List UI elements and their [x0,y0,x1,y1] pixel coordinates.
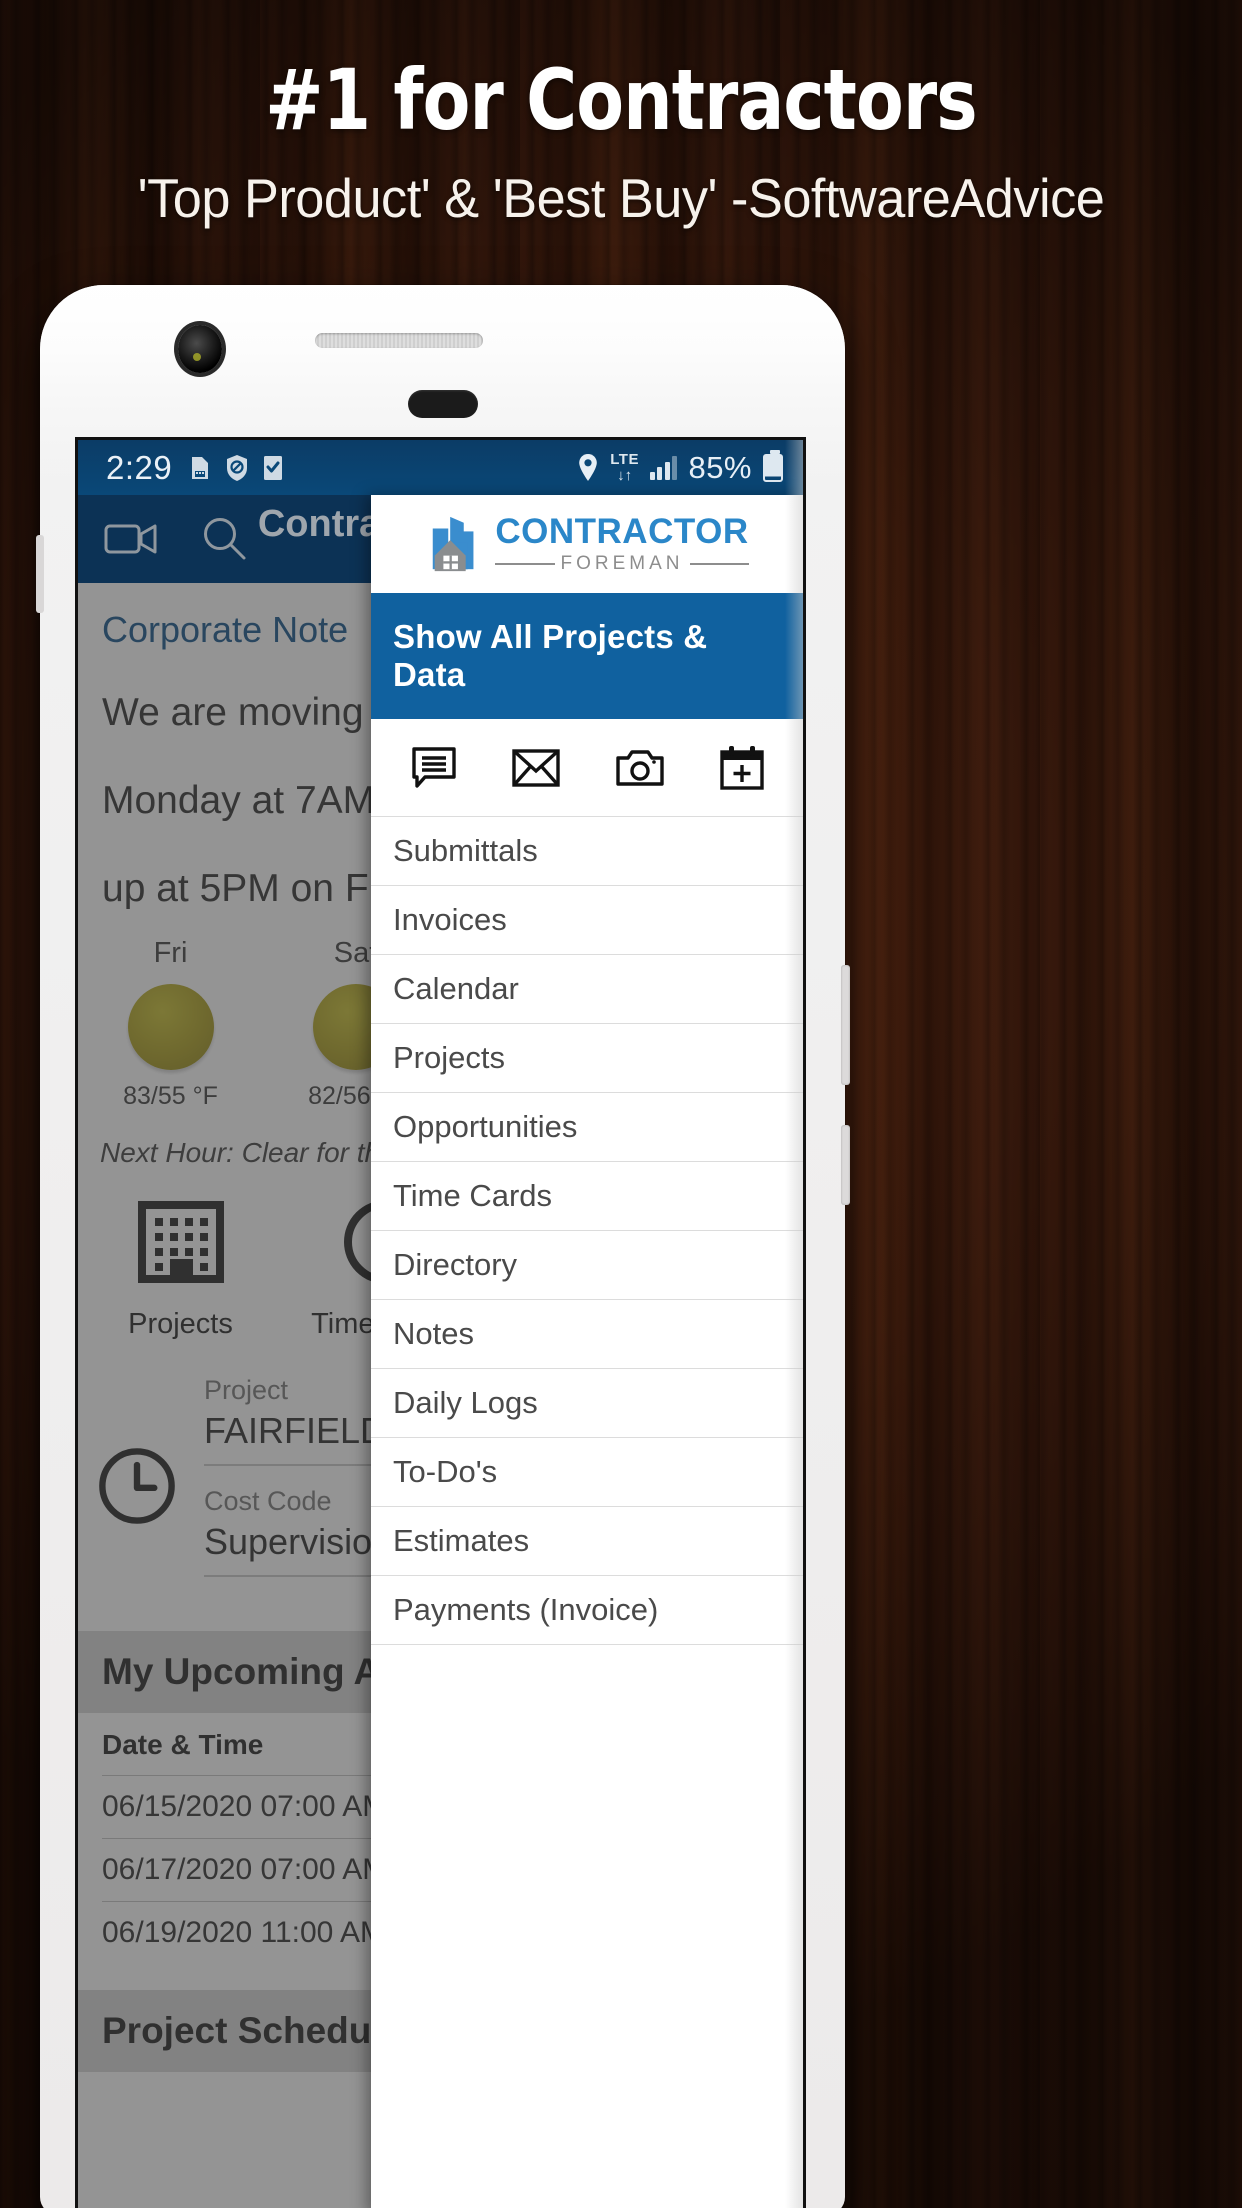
drawer-item-calendar[interactable]: Calendar [371,955,803,1024]
camera-icon[interactable] [615,748,665,788]
drawer-item-to-dos[interactable]: To-Do's [371,1438,803,1507]
status-left-icons [188,454,284,482]
phone-left-button [36,535,44,613]
logo-rule-left [495,562,555,565]
phone-volume-button [841,965,850,1085]
location-pin-icon [579,453,598,481]
network-type-indicator: LTE ↓↑ [610,452,639,483]
promo-text-block: #1 for Contractors 'Top Product' & 'Best… [0,0,1242,230]
home-button [408,390,478,418]
weather-sun-icon [127,983,214,1070]
drawer-item-payments-invoice[interactable]: Payments (Invoice) [371,1576,803,1645]
phone-mockup: 2:29 LTE ↓↑ 85% Contractor Corporate Not… [36,285,850,2208]
task-complete-icon [264,455,283,480]
front-camera [178,325,222,373]
brand-subname: FOREMAN [560,552,684,574]
drawer-item-opportunities[interactable]: Opportunities [371,1093,803,1162]
status-time: 2:29 [106,448,173,486]
drawer-item-directory[interactable]: Directory [371,1231,803,1300]
drawer-item-submittals[interactable]: Submittals [371,817,803,886]
drawer-item-daily-logs[interactable]: Daily Logs [371,1369,803,1438]
data-arrows: ↓↑ [617,467,633,484]
earpiece-speaker [315,333,483,348]
logo-rule-right [689,562,749,565]
status-bar: 2:29 LTE ↓↑ 85% [78,440,803,495]
promo-subheadline: 'Top Product' & 'Best Buy' -SoftwareAdvi… [137,167,1105,230]
weather-day: Fri 83/55 °F [78,937,263,1111]
promo-headline: #1 for Contractors [265,51,977,149]
battery-percent: 85% [688,449,752,485]
dashboard-tile-label: Projects [128,1307,233,1340]
drawer-item-estimates[interactable]: Estimates [371,1507,803,1576]
drawer-quick-actions [371,719,803,817]
show-all-projects-banner[interactable]: Show All Projects & Data [371,593,803,719]
drawer-item-notes[interactable]: Notes [371,1300,803,1369]
weather-day-label: Fri [153,936,188,969]
drawer-logo: CONTRACTOR FOREMAN [371,495,803,593]
drawer-logo-text: CONTRACTOR FOREMAN [495,511,749,575]
signal-strength-icon [649,455,678,480]
drawer-item-invoices[interactable]: Invoices [371,886,803,955]
status-right-icons: LTE ↓↑ 85% [577,449,783,486]
clock-icon [99,1447,175,1524]
dashboard-tile-projects[interactable]: Projects [78,1197,283,1341]
sd-card-icon [192,456,209,479]
brand-name: CONTRACTOR [495,511,749,551]
drawer-item-time-cards[interactable]: Time Cards [371,1162,803,1231]
navigation-drawer: CONTRACTOR FOREMAN Show All Projects & D… [371,495,803,2208]
drawer-item-projects[interactable]: Projects [371,1024,803,1093]
search-icon[interactable] [200,515,248,563]
building-house-logo-icon [433,516,474,572]
brand-subname-row: FOREMAN [495,552,749,575]
weather-temp: 83/55 °F [123,1081,218,1110]
message-icon[interactable] [411,746,457,790]
do-not-disturb-icon [227,454,248,481]
network-label: LTE [610,451,639,468]
email-icon[interactable] [511,748,560,787]
building-icon [137,1200,224,1283]
phone-power-button [841,1125,850,1205]
phone-screen: 2:29 LTE ↓↑ 85% Contractor Corporate Not… [78,440,803,2208]
toolbar-left-icons [104,515,248,563]
calendar-add-icon[interactable] [719,745,764,791]
battery-icon [763,449,783,482]
video-camera-icon[interactable] [104,520,158,558]
